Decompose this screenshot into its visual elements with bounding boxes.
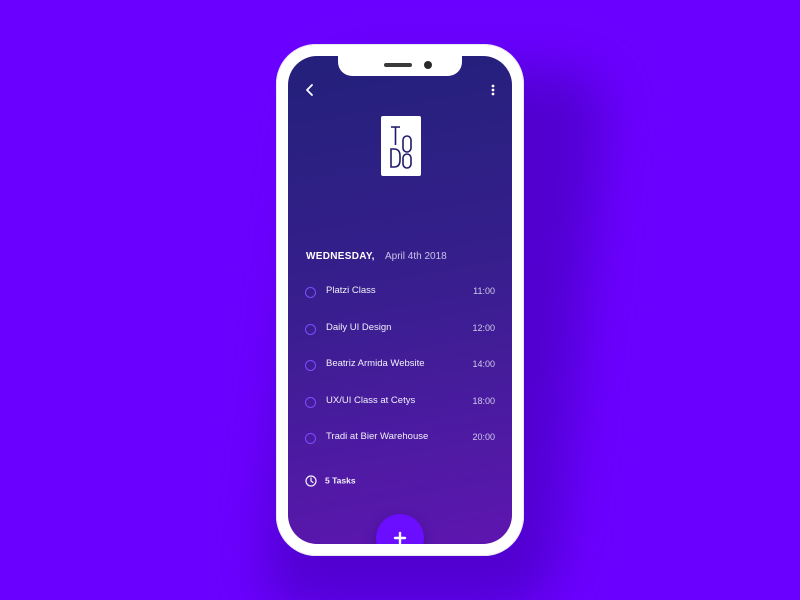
date-header: WEDNESDAY, April 4th 2018 bbox=[306, 251, 447, 262]
todo-logo-mark bbox=[390, 126, 412, 169]
plus-icon bbox=[393, 531, 407, 544]
task-time: 11:00 bbox=[473, 286, 495, 296]
tasks-count-label: 5 Tasks bbox=[325, 475, 356, 486]
task-time: 18:00 bbox=[472, 395, 495, 406]
task-time: 20:00 bbox=[472, 432, 495, 442]
task-name: Platzi Class bbox=[326, 285, 376, 296]
more-options-button[interactable] bbox=[486, 82, 500, 98]
clock-icon bbox=[305, 475, 317, 487]
back-button[interactable] bbox=[302, 82, 318, 98]
phone-notch bbox=[338, 56, 462, 76]
front-camera bbox=[424, 61, 432, 69]
app-screen: WEDNESDAY, April 4th 2018 Platzi Class 1… bbox=[288, 56, 512, 544]
task-checkbox[interactable] bbox=[305, 360, 316, 371]
task-name: Beatriz Armida Website bbox=[326, 358, 425, 369]
tasks-summary: 5 Tasks bbox=[305, 475, 356, 487]
task-time: 12:00 bbox=[472, 322, 495, 333]
add-task-button[interactable] bbox=[376, 514, 424, 544]
task-checkbox[interactable] bbox=[305, 396, 316, 408]
date-label: April 4th 2018 bbox=[385, 251, 447, 262]
todo-logo bbox=[381, 116, 421, 176]
stage: WEDNESDAY, April 4th 2018 Platzi Class 1… bbox=[0, 0, 800, 600]
task-checkbox[interactable] bbox=[305, 433, 316, 444]
task-checkbox[interactable] bbox=[305, 287, 316, 298]
task-name: Daily UI Design bbox=[326, 321, 392, 333]
task-list: Platzi Class 11:00 Daily UI Design 12:00… bbox=[305, 285, 495, 468]
weekday-label: WEDNESDAY, bbox=[306, 251, 375, 262]
task-item[interactable]: UX/UI Class at Cetys 18:00 bbox=[305, 395, 495, 432]
task-time: 14:00 bbox=[472, 359, 495, 369]
task-item[interactable]: Tradi at Bier Warehouse 20:00 bbox=[305, 431, 495, 468]
task-item[interactable]: Platzi Class 11:00 bbox=[305, 285, 495, 322]
task-item[interactable]: Beatriz Armida Website 14:00 bbox=[305, 358, 495, 395]
task-name: Tradi at Bier Warehouse bbox=[326, 431, 429, 442]
speaker-grille bbox=[384, 63, 412, 67]
phone-frame: WEDNESDAY, April 4th 2018 Platzi Class 1… bbox=[276, 44, 524, 556]
task-name: UX/UI Class at Cetys bbox=[326, 394, 416, 406]
task-checkbox[interactable] bbox=[305, 323, 316, 335]
task-item[interactable]: Daily UI Design 12:00 bbox=[305, 322, 495, 359]
chevron-left-icon bbox=[306, 84, 313, 96]
vertical-dots-icon bbox=[491, 84, 495, 96]
